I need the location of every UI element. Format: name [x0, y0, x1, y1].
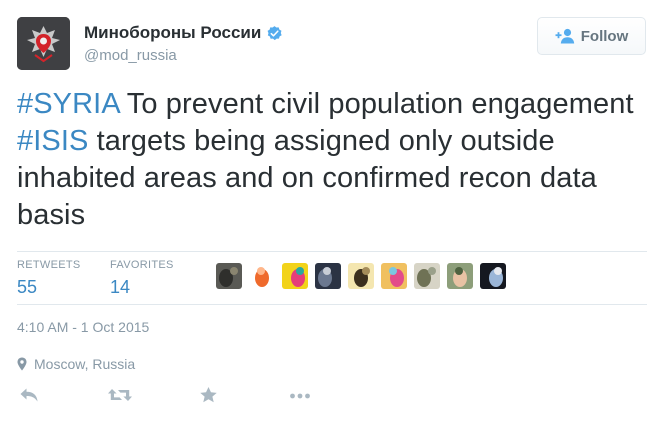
retweets-label: RETWEETS: [17, 259, 81, 271]
follow-button[interactable]: Follow: [537, 17, 646, 55]
favorite-star-icon[interactable]: [199, 386, 218, 404]
hashtag-isis[interactable]: #ISIS: [17, 125, 88, 157]
favoriter-avatar[interactable]: [282, 263, 308, 289]
tweet-text-segment: targets being assigned only outside inha…: [17, 125, 597, 231]
reply-icon[interactable]: [18, 386, 40, 404]
favoriter-avatar[interactable]: [447, 263, 473, 289]
tweet-actions: [17, 386, 337, 408]
author-avatar[interactable]: [17, 17, 70, 70]
author-handle[interactable]: @mod_russia: [84, 47, 177, 64]
favoriter-avatar-image: [414, 263, 440, 289]
favorites-count[interactable]: 14: [110, 277, 174, 298]
more-options-icon[interactable]: [289, 386, 311, 404]
retweets-count[interactable]: 55: [17, 277, 81, 298]
favoriter-avatar[interactable]: [381, 263, 407, 289]
divider: [17, 304, 647, 305]
location-pin-icon: [17, 357, 27, 371]
retweets-stat[interactable]: RETWEETS 55: [17, 259, 81, 298]
location-label: Moscow, Russia: [34, 356, 136, 372]
favoriter-avatar[interactable]: [315, 263, 341, 289]
favoriter-avatar-image: [315, 263, 341, 289]
tweet-text-segment: To prevent civil population engagement: [119, 88, 634, 120]
favoriter-avatar[interactable]: [414, 263, 440, 289]
favoriter-avatar[interactable]: [216, 263, 242, 289]
favoriter-avatar-image: [447, 263, 473, 289]
favoriter-avatar[interactable]: [480, 263, 506, 289]
favoriter-avatar-image: [480, 263, 506, 289]
favoriter-avatar-image: [282, 263, 308, 289]
divider: [17, 251, 647, 252]
author-display-name[interactable]: Минобороны России: [84, 23, 261, 43]
emblem-icon: [17, 17, 70, 70]
hashtag-syria[interactable]: #SYRIA: [17, 88, 119, 120]
favorites-stat[interactable]: FAVORITES 14: [110, 259, 174, 298]
verified-badge-icon: [267, 25, 282, 40]
favorites-label: FAVORITES: [110, 259, 174, 271]
tweet-timestamp[interactable]: 4:10 AM - 1 Oct 2015: [17, 319, 149, 335]
favoriter-avatar-image: [249, 263, 275, 289]
favoriter-avatar-image: [348, 263, 374, 289]
tweet-location[interactable]: Moscow, Russia: [17, 356, 135, 372]
favoriters-avatars: [216, 263, 506, 289]
favoriter-avatar-image: [381, 263, 407, 289]
favoriter-avatar[interactable]: [249, 263, 275, 289]
favoriter-avatar[interactable]: [348, 263, 374, 289]
follow-button-label: Follow: [580, 27, 629, 45]
tweet-text: #SYRIA To prevent civil population engag…: [17, 86, 647, 234]
favoriter-avatar-image: [216, 263, 242, 289]
retweet-icon[interactable]: [107, 386, 133, 404]
author-name-row[interactable]: Минобороны России: [84, 23, 283, 43]
add-user-icon: [555, 28, 574, 44]
